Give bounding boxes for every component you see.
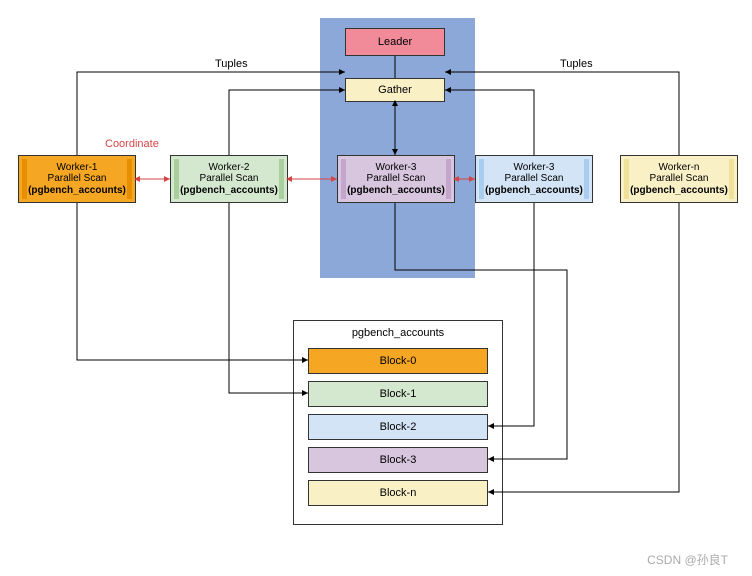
gather-label: Gather xyxy=(378,84,412,96)
worker-subtitle: Parallel Scan xyxy=(505,173,564,185)
worker-title: Worker-3 xyxy=(514,162,555,174)
worker-n: Worker-n Parallel Scan (pgbench_accounts… xyxy=(620,155,738,203)
worker-title: Worker-3 xyxy=(376,162,417,174)
worker-table: (pgbench_accounts) xyxy=(485,185,583,197)
block-label: Block-n xyxy=(380,487,417,499)
blocks-title: pgbench_accounts xyxy=(352,327,444,339)
tuples-left-label: Tuples xyxy=(215,58,248,70)
gather-box: Gather xyxy=(345,78,445,102)
worker-subtitle: Parallel Scan xyxy=(367,173,426,185)
worker-title: Worker-2 xyxy=(209,162,250,174)
worker-3a: Worker-3 Parallel Scan (pgbench_accounts… xyxy=(337,155,455,203)
watermark: CSDN @孙良T xyxy=(647,551,728,568)
tuples-right-label: Tuples xyxy=(560,58,593,70)
blocks-container: pgbench_accounts Block-0 Block-1 Block-2… xyxy=(293,320,503,525)
worker-1: Worker-1 Parallel Scan (pgbench_accounts… xyxy=(18,155,136,203)
block-1: Block-1 xyxy=(308,381,488,407)
worker-table: (pgbench_accounts) xyxy=(180,185,278,197)
block-0: Block-0 xyxy=(308,348,488,374)
worker-table: (pgbench_accounts) xyxy=(630,185,728,197)
leader-label: Leader xyxy=(378,36,412,48)
worker-subtitle: Parallel Scan xyxy=(650,173,709,185)
block-label: Block-0 xyxy=(380,355,417,367)
worker-2: Worker-2 Parallel Scan (pgbench_accounts… xyxy=(170,155,288,203)
worker-subtitle: Parallel Scan xyxy=(200,173,259,185)
block-label: Block-3 xyxy=(380,454,417,466)
worker-title: Worker-n xyxy=(659,162,700,174)
worker-title: Worker-1 xyxy=(57,162,98,174)
worker-table: (pgbench_accounts) xyxy=(347,185,445,197)
block-2: Block-2 xyxy=(308,414,488,440)
leader-box: Leader xyxy=(345,28,445,56)
worker-3b: Worker-3 Parallel Scan (pgbench_accounts… xyxy=(475,155,593,203)
highlight-backdrop xyxy=(320,18,475,278)
block-label: Block-1 xyxy=(380,388,417,400)
worker-subtitle: Parallel Scan xyxy=(48,173,107,185)
block-3: Block-3 xyxy=(308,447,488,473)
block-n: Block-n xyxy=(308,480,488,506)
coordinate-label: Coordinate xyxy=(105,138,159,150)
block-label: Block-2 xyxy=(380,421,417,433)
worker-table: (pgbench_accounts) xyxy=(28,185,126,197)
